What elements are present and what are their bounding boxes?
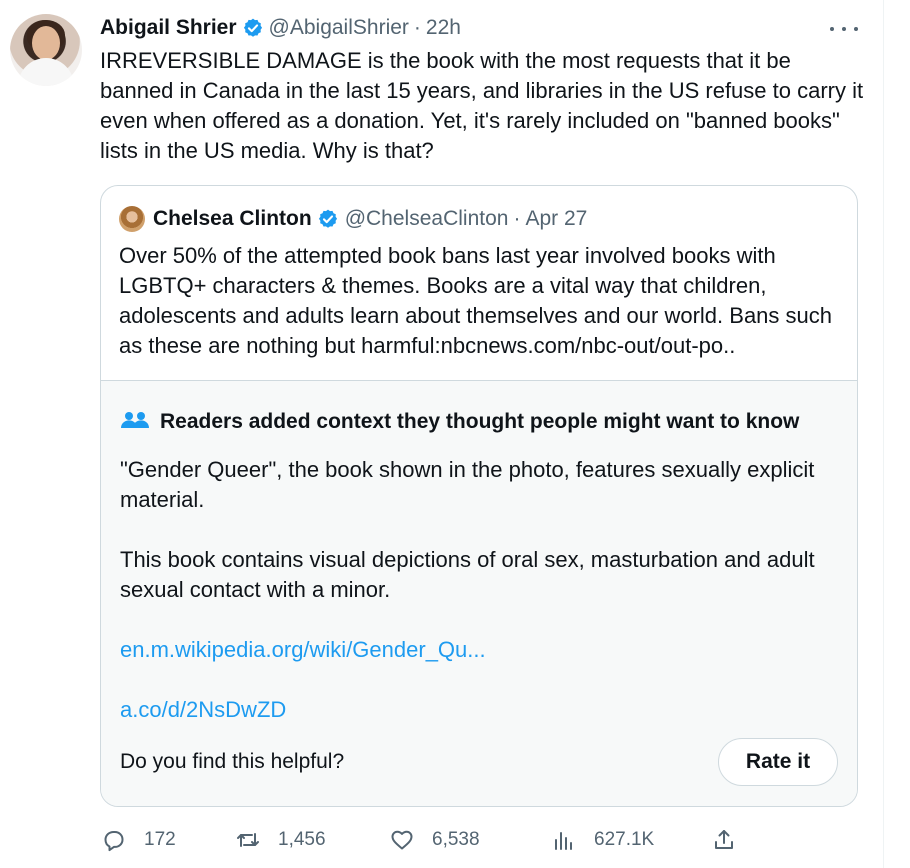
community-note: Readers added context they thought peopl… [101, 380, 857, 806]
separator-dot: · [413, 16, 421, 39]
share-button[interactable] [712, 823, 754, 857]
helpful-prompt: Do you find this helpful? [120, 750, 345, 773]
tweet[interactable]: Abigail Shrier @AbigailShrier · 22h IRRE… [0, 0, 883, 868]
quote-header: Chelsea Clinton @ChelseaClinton · Apr 27 [119, 205, 587, 233]
like-count: 6,538 [432, 829, 480, 850]
separator-dot: · [513, 207, 521, 230]
reply-icon [104, 831, 124, 852]
note-paragraph: This book contains visual depictions of … [120, 547, 815, 602]
tweet-text: IRREVERSIBLE DAMAGE is the book with the… [100, 48, 864, 163]
note-title-text: Readers added context they thought peopl… [160, 410, 800, 433]
repost-count: 1,456 [278, 829, 326, 850]
author-name[interactable]: Abigail Shrier [100, 16, 237, 40]
quote-author-name[interactable]: Chelsea Clinton [153, 207, 312, 231]
views-button[interactable]: 627.1K [552, 823, 654, 857]
note-body: "Gender Queer", the book shown in the ph… [120, 455, 840, 725]
repost-icon [237, 833, 259, 847]
analytics-icon [555, 832, 572, 850]
repost-button[interactable]: 1,456 [236, 823, 326, 857]
action-bar: 172 1,456 6,538 627.1K [100, 823, 860, 857]
author-handle[interactable]: @AbigailShrier [269, 16, 409, 40]
quote-author-avatar[interactable] [119, 206, 145, 232]
heart-icon [391, 830, 413, 850]
like-button[interactable]: 6,538 [390, 823, 480, 857]
note-paragraph: "Gender Queer", the book shown in the ph… [120, 457, 815, 512]
more-icon[interactable] [830, 20, 858, 38]
tweet-time[interactable]: 22h [426, 16, 461, 40]
verified-badge-icon [243, 18, 262, 37]
timeline-divider [883, 0, 884, 868]
view-count: 627.1K [594, 829, 655, 850]
tweet-header: Abigail Shrier @AbigailShrier · 22h [100, 14, 461, 42]
quote-text: Over 50% of the attempted book bans last… [119, 243, 832, 358]
quoted-tweet[interactable]: Chelsea Clinton @ChelseaClinton · Apr 27… [100, 185, 858, 807]
rate-it-button[interactable]: Rate it [718, 738, 838, 786]
share-icon [715, 830, 733, 849]
note-link[interactable]: en.m.wikipedia.org/wiki/Gender_Qu... [120, 635, 840, 665]
author-avatar[interactable] [10, 14, 82, 86]
quote-time[interactable]: Apr 27 [525, 207, 587, 231]
reply-count: 172 [144, 829, 176, 850]
verified-badge-icon [318, 209, 337, 228]
quote-author-handle[interactable]: @ChelseaClinton [345, 207, 509, 231]
people-icon [121, 412, 149, 428]
note-title: Readers added context they thought peopl… [120, 408, 799, 436]
note-link[interactable]: a.co/d/2NsDwZD [120, 695, 840, 725]
reply-button[interactable]: 172 [102, 823, 176, 857]
